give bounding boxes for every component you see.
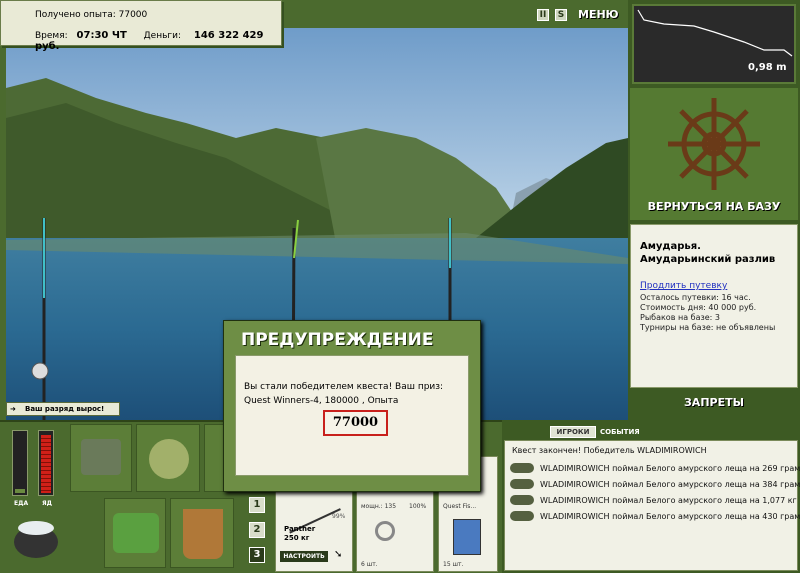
percent-label: 100% — [409, 503, 427, 510]
prize-value[interactable]: 77000 — [323, 410, 388, 436]
tackle-box-slot[interactable] — [70, 424, 132, 492]
return-to-base-button[interactable]: ВЕРНУТЬСЯ НА БАЗУ — [630, 200, 798, 213]
location-name: Амударья. — [640, 241, 701, 252]
time-value: 07:30 ЧТ — [76, 30, 127, 41]
bait-count: 15 шт. — [443, 561, 464, 568]
bait-box-icon — [453, 519, 481, 555]
sound-button[interactable]: S — [555, 9, 567, 21]
fishers-count: Рыбаков на базе: 3 — [640, 313, 720, 322]
dialog-title: ПРЕДУПРЕЖДЕНИЕ — [241, 330, 434, 350]
tackle-box-icon — [81, 439, 121, 475]
vegetables-slot[interactable] — [104, 498, 166, 568]
power-label: мощн.: 135 — [361, 503, 397, 510]
rod-percent: 99% — [332, 513, 346, 520]
bucket-icon — [183, 509, 223, 559]
rod-weight: 250 кг — [284, 534, 310, 542]
depth-value: 0,98 m — [748, 62, 787, 73]
fish-icon — [510, 479, 534, 489]
rod-card[interactable]: Panther 250 кг 99% НАСТРОИТЬ ➘ — [275, 486, 353, 572]
food-label: ЕДА — [14, 500, 29, 507]
setup-button[interactable]: НАСТРОИТЬ — [280, 551, 328, 562]
arrow-down-right-icon: ➘ — [334, 549, 343, 560]
vegetables-basket-icon — [113, 513, 159, 553]
hook-icon — [375, 521, 395, 541]
xp-label: Получено опыта: — [35, 10, 116, 20]
slot-1-button[interactable]: 1 — [249, 497, 265, 513]
poison-label: ЯД — [42, 500, 52, 507]
fish-icon — [510, 495, 534, 505]
quest-item-label: Quest Fis... — [443, 503, 477, 510]
poison-meter — [38, 430, 54, 496]
event-item: WLADIMIROWICH поймал Белого амурского ле… — [540, 512, 800, 521]
money-label: Деньги: — [143, 31, 182, 41]
location-subname: Амударьинский разлив — [640, 254, 776, 265]
event-item: WLADIMIROWICH поймал Белого амурского ле… — [540, 464, 800, 473]
fish-icon — [510, 463, 534, 473]
event-item: Квест закончен! Победитель WLADIMIROWICH — [512, 446, 707, 455]
tab-events[interactable]: СОБЫТИЯ — [600, 426, 640, 438]
time-label: Время: — [35, 31, 68, 41]
rank-up-toast: ➜ Ваш разряд вырос! — [6, 402, 120, 416]
food-meter — [12, 430, 28, 496]
day-cost: Стоимость дня: 40 000 руб. — [640, 303, 757, 312]
event-item: WLADIMIROWICH поймал Белого амурского ле… — [540, 480, 800, 489]
dialog-message: Вы стали победителем квеста! Ваш приз: Q… — [244, 382, 444, 406]
bait-bag-slot[interactable] — [136, 424, 200, 492]
fish-icon — [510, 511, 534, 521]
hook-count: 6 шт. — [361, 561, 378, 568]
xp-value: 77000 — [118, 10, 148, 20]
toast-text: Ваш разряд вырос! — [25, 405, 105, 413]
cauldron-icon[interactable] — [10, 510, 62, 562]
stats-panel: Получено опыта: 77000 Время: 07:30 ЧТ Де… — [0, 0, 282, 52]
event-item: WLADIMIROWICH поймал Белого амурского ле… — [540, 496, 797, 505]
bucket-slot[interactable] — [170, 498, 234, 568]
bait-bag-icon — [149, 439, 189, 479]
tournaments-info: Турниры на базе: не объявлены — [640, 323, 776, 332]
extend-permit-link[interactable]: Продлить путевку — [640, 281, 727, 291]
menu-button[interactable]: МЕНЮ — [578, 8, 619, 21]
ship-wheel-icon[interactable] — [630, 88, 798, 198]
slot-2-button[interactable]: 2 — [249, 522, 265, 538]
permit-remaining: Осталось путевки: 16 час. — [640, 293, 751, 302]
arrow-right-icon: ➜ — [10, 405, 16, 413]
bans-button[interactable]: ЗАПРЕТЫ — [630, 396, 798, 409]
rod-name: Panther — [284, 525, 316, 533]
events-list[interactable] — [504, 440, 798, 571]
tab-players[interactable]: ИГРОКИ — [550, 426, 596, 438]
pause-button[interactable]: II — [537, 9, 549, 21]
slot-3-button[interactable]: 3 — [249, 547, 265, 563]
